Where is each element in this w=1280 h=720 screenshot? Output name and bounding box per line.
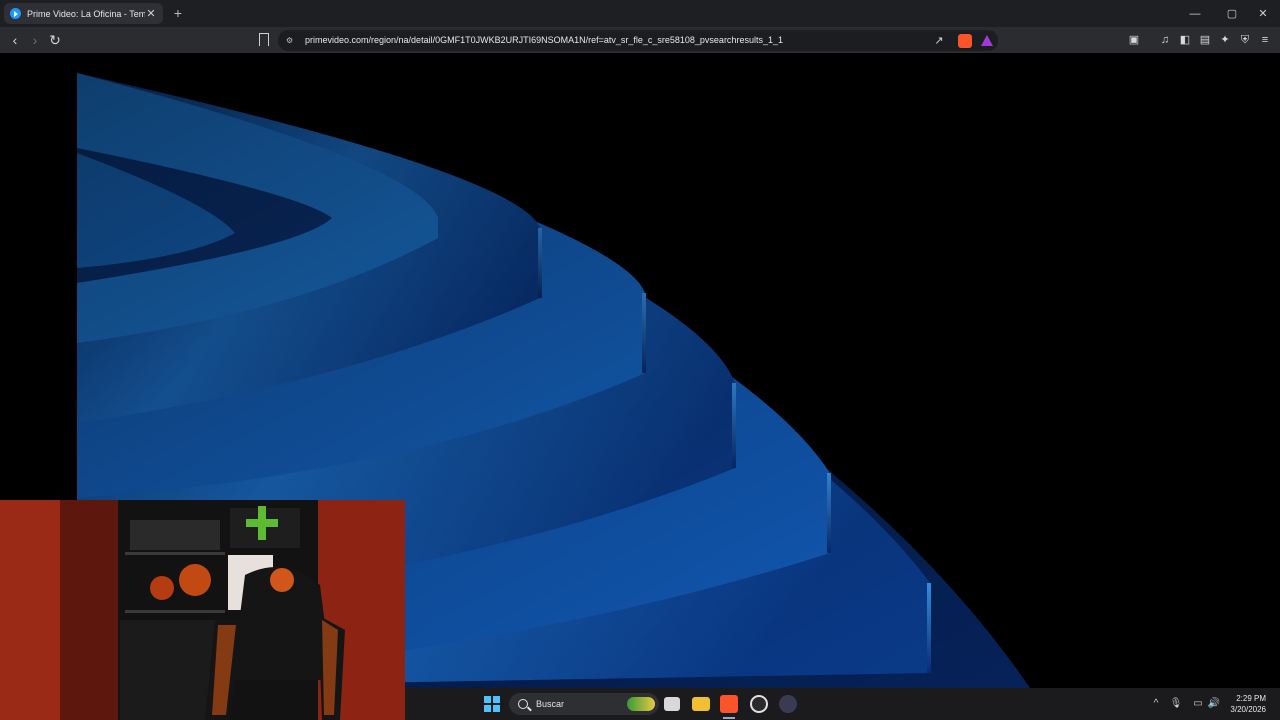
reload-button[interactable]: ↻ bbox=[46, 31, 64, 49]
search-icon bbox=[518, 699, 528, 709]
clock-time: 2:29 PM bbox=[1236, 694, 1266, 703]
taskbar-search[interactable]: Buscar bbox=[509, 693, 659, 715]
volume-icon[interactable]: 🔊 bbox=[1207, 697, 1221, 711]
tab-prime-video[interactable]: Prime Video: La Oficina - Tempo ✕ bbox=[4, 3, 163, 24]
screenshot-icon[interactable]: ▣ bbox=[1127, 33, 1141, 47]
search-label: Buscar bbox=[536, 699, 565, 709]
webcam-feed-image bbox=[0, 500, 405, 720]
url-text[interactable]: primevideo.com/region/na/detail/0GMF1T0J… bbox=[305, 30, 783, 51]
close-window-button[interactable]: ✕ bbox=[1246, 0, 1280, 27]
browser-toolbar: ‹ › ↻ ⚙ primevideo.com/region/na/detail/… bbox=[0, 27, 1280, 53]
address-bar[interactable]: ⚙ primevideo.com/region/na/detail/0GMF1T… bbox=[278, 30, 998, 51]
leo-ai-icon[interactable]: ✦ bbox=[1218, 33, 1232, 47]
clock-date: 3/20/2026 bbox=[1230, 705, 1266, 714]
system-clock[interactable]: 2:29 PM 3/20/2026 bbox=[1230, 693, 1266, 715]
tab-title: Prime Video: La Oficina - Tempo bbox=[27, 8, 145, 19]
file-explorer-icon[interactable] bbox=[692, 697, 710, 711]
start-button-icon[interactable] bbox=[484, 696, 500, 712]
share-icon[interactable]: ↗ bbox=[932, 34, 946, 48]
menu-icon[interactable]: ≡ bbox=[1258, 33, 1272, 47]
task-view-icon[interactable] bbox=[664, 697, 680, 711]
network-icon[interactable]: ▭ bbox=[1191, 697, 1205, 711]
tab-strip: Prime Video: La Oficina - Tempo ✕ + — ▢ … bbox=[0, 0, 1280, 27]
brave-browser-icon[interactable] bbox=[720, 695, 738, 713]
microphone-icon[interactable]: 🎙 bbox=[1169, 697, 1183, 711]
widget-icon bbox=[627, 697, 655, 711]
back-button[interactable]: ‹ bbox=[6, 31, 24, 49]
tab-close-icon[interactable]: ✕ bbox=[145, 7, 157, 20]
brave-shields-icon[interactable] bbox=[958, 34, 972, 48]
app-icon-arrow[interactable] bbox=[779, 695, 797, 713]
show-hidden-icons-icon[interactable]: ^ bbox=[1149, 697, 1163, 711]
active-app-indicator bbox=[723, 717, 735, 719]
bookmark-icon[interactable] bbox=[259, 33, 269, 46]
windows-taskbar: Buscar ^ 🎙 ▭ 🔊 2:29 PM 3/20/2026 bbox=[405, 688, 1280, 720]
brave-rewards-icon[interactable] bbox=[981, 35, 993, 46]
app-icon-notification[interactable] bbox=[750, 695, 768, 713]
webcam-overlay bbox=[0, 500, 405, 720]
sidebar-icon[interactable]: ◧ bbox=[1178, 33, 1192, 47]
maximize-button[interactable]: ▢ bbox=[1215, 0, 1249, 27]
media-icon[interactable]: ♫ bbox=[1158, 33, 1172, 47]
forward-button[interactable]: › bbox=[26, 31, 44, 49]
new-tab-button[interactable]: + bbox=[170, 5, 186, 21]
minimize-button[interactable]: — bbox=[1178, 0, 1212, 27]
site-info-icon[interactable]: ⚙ bbox=[286, 36, 296, 45]
vpn-shield-icon[interactable]: ⛨ bbox=[1238, 33, 1252, 47]
wallet-icon[interactable]: ▤ bbox=[1198, 33, 1212, 47]
prime-video-favicon-icon bbox=[10, 8, 21, 19]
